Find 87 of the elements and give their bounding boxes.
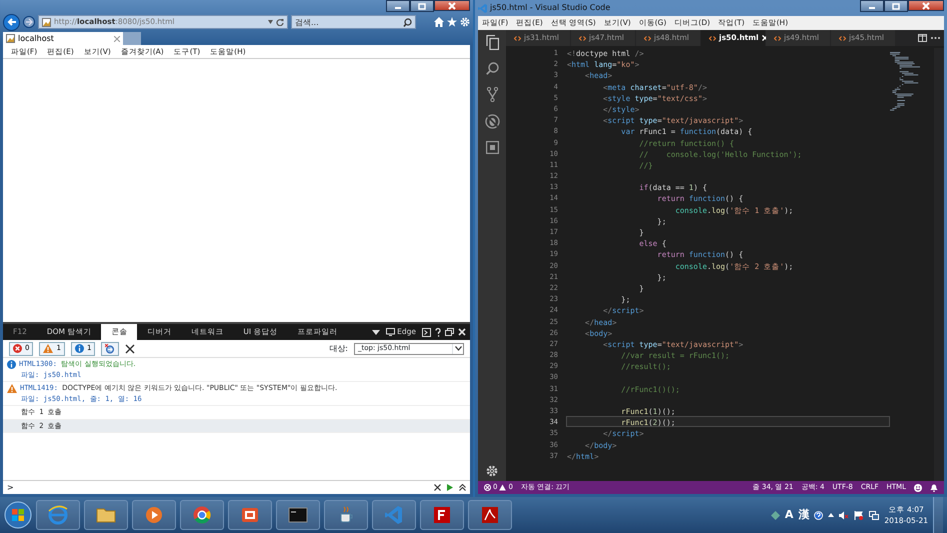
code-file-icon xyxy=(644,36,651,40)
code-file-icon xyxy=(774,36,781,40)
minimize-button[interactable] xyxy=(386,0,410,12)
bug-icon[interactable] xyxy=(484,114,500,129)
taskbar-button[interactable] xyxy=(324,500,368,530)
taskbar-button[interactable] xyxy=(36,500,80,530)
code-file-icon xyxy=(839,36,846,40)
branch-icon[interactable] xyxy=(486,87,498,102)
taskbar-button[interactable] xyxy=(84,500,128,530)
forward-button[interactable] xyxy=(23,16,35,28)
window-title: js50.html - Visual Studio Code xyxy=(490,2,612,14)
clear-icon[interactable] xyxy=(434,484,441,491)
code-file-icon xyxy=(709,36,716,40)
taskbar-button[interactable] xyxy=(180,500,224,530)
console-icon[interactable] xyxy=(422,328,431,336)
page-icon xyxy=(42,18,51,26)
close-button[interactable] xyxy=(908,0,944,12)
maximize-button[interactable] xyxy=(884,0,908,12)
target-label: 대상: xyxy=(329,342,348,354)
search-icon[interactable] xyxy=(486,62,498,75)
pdf-icon xyxy=(480,505,500,525)
close-button[interactable] xyxy=(434,0,470,12)
warning-icon xyxy=(43,344,54,353)
info-icon xyxy=(74,344,84,353)
refresh-icon xyxy=(276,18,284,26)
search-field[interactable]: 검색... xyxy=(291,15,416,29)
expand-icon[interactable] xyxy=(459,484,466,491)
caret-up-icon[interactable] xyxy=(828,513,834,517)
ime-indicator[interactable]: 漢 xyxy=(798,506,810,524)
code-file-icon xyxy=(579,36,586,40)
speaker-icon[interactable] xyxy=(839,510,850,520)
language-icon[interactable] xyxy=(770,510,780,520)
split-editor-icon[interactable] xyxy=(918,34,927,42)
app-icon xyxy=(240,505,260,525)
browser-tab[interactable]: localhost xyxy=(3,32,123,45)
smiley-icon[interactable] xyxy=(914,484,922,492)
taskbar-button[interactable] xyxy=(276,500,320,530)
flag-icon[interactable] xyxy=(854,510,864,520)
navigate-icon xyxy=(105,344,116,354)
help-icon[interactable] xyxy=(435,328,441,336)
back-arrow-icon xyxy=(6,17,16,27)
scrollbar[interactable] xyxy=(934,48,944,481)
warning-icon xyxy=(7,384,17,393)
start-button-icon[interactable] xyxy=(4,501,32,529)
vscode-logo-icon xyxy=(478,4,487,12)
minimap-drawing xyxy=(890,52,920,112)
filezilla-icon xyxy=(432,505,452,525)
ime-indicator[interactable]: A xyxy=(784,506,794,524)
files-icon[interactable] xyxy=(486,35,498,50)
maximize-icon xyxy=(892,2,900,10)
vscode-icon xyxy=(384,505,404,525)
help-icon[interactable] xyxy=(814,510,824,520)
chrome-icon xyxy=(192,505,212,525)
clear-icon[interactable] xyxy=(125,344,136,354)
error-icon xyxy=(484,484,491,491)
taskbar-button[interactable] xyxy=(420,500,464,530)
bell-icon[interactable] xyxy=(930,484,938,492)
taskbar-button[interactable] xyxy=(228,500,272,530)
browser-e-icon xyxy=(48,505,68,525)
error-icon xyxy=(13,344,22,353)
code-file-icon xyxy=(514,36,521,40)
clear-on-navigate-toggle[interactable] xyxy=(101,342,120,356)
monitor-icon xyxy=(386,328,396,336)
close-icon xyxy=(448,2,456,10)
back-button[interactable] xyxy=(3,14,20,30)
maximize-button[interactable] xyxy=(410,0,434,12)
home-icon[interactable] xyxy=(434,17,444,27)
terminal-icon xyxy=(288,505,308,525)
network-icon[interactable] xyxy=(869,510,880,520)
media-player-icon xyxy=(144,505,164,525)
dropdown-icon xyxy=(268,20,273,24)
console-input[interactable]: > xyxy=(7,481,428,494)
page-icon xyxy=(6,34,15,43)
settings-icon[interactable] xyxy=(486,465,498,477)
warning-icon xyxy=(499,484,506,491)
caret-icon xyxy=(454,346,462,351)
minimize-button[interactable] xyxy=(860,0,884,12)
info-icon xyxy=(7,360,16,369)
run-icon[interactable] xyxy=(447,484,453,491)
show-desktop-button[interactable] xyxy=(933,497,943,533)
close-icon xyxy=(922,2,930,10)
forward-arrow-icon xyxy=(25,18,33,26)
star-icon[interactable] xyxy=(447,17,457,27)
extensions-icon[interactable] xyxy=(486,141,498,154)
dropdown-icon[interactable] xyxy=(372,330,380,334)
restore-icon[interactable] xyxy=(445,328,454,336)
maximize-icon xyxy=(418,2,426,10)
